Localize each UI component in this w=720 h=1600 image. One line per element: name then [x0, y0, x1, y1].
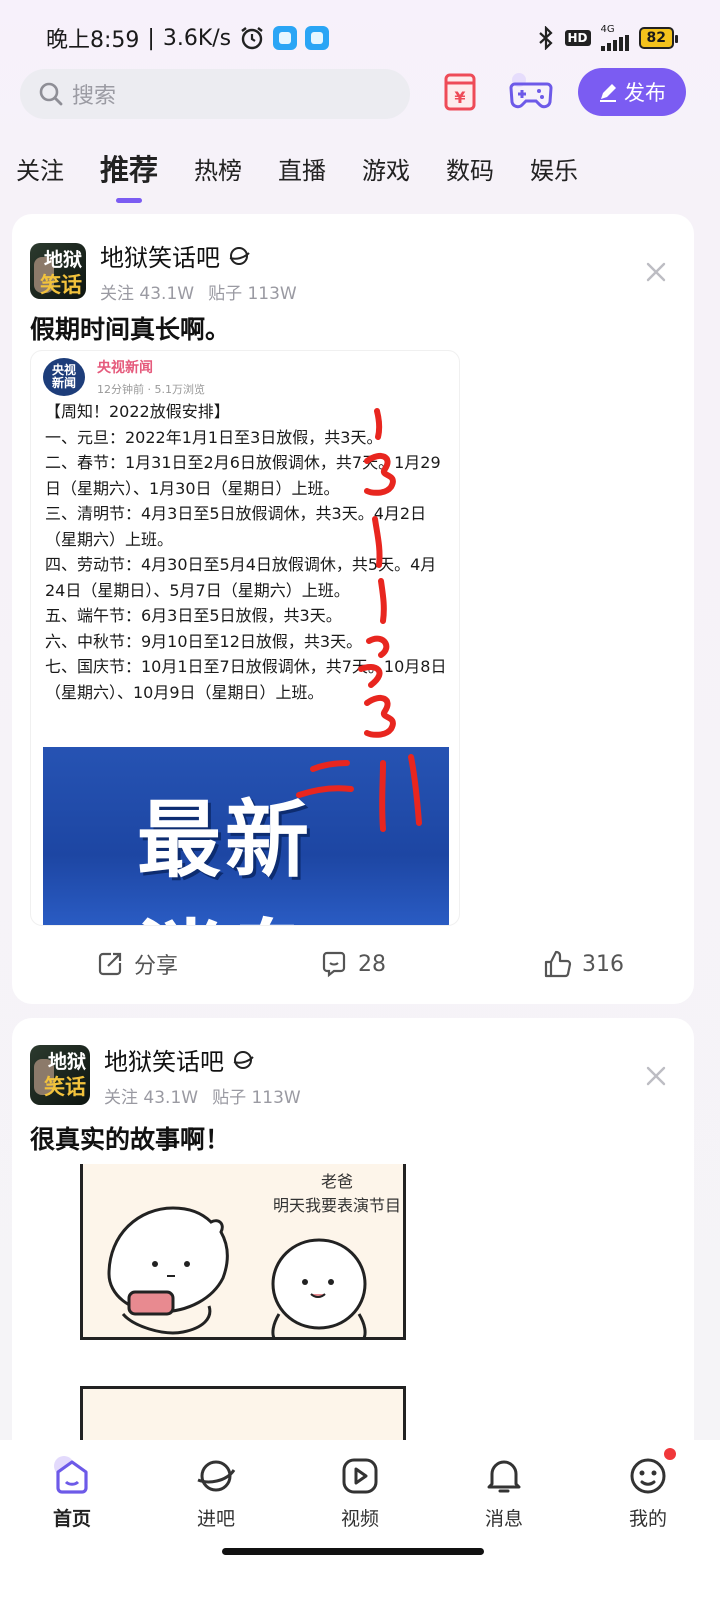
post-image[interactable]: 老爸 明天我要表演节目: [30, 1164, 460, 1468]
active-tab-indicator: [116, 198, 142, 203]
tab-entertainment[interactable]: 娱乐: [530, 151, 578, 186]
close-icon[interactable]: [642, 1062, 670, 1090]
status-time: 晚上8:59: [46, 28, 140, 53]
post-card[interactable]: 地狱 笑话 地狱笑话吧 关注 43.1W 贴子 113W 很真实的故事啊！ 老爸…: [12, 1018, 694, 1468]
gamepad-icon: [509, 73, 553, 109]
home-icon: [54, 1456, 88, 1494]
tab-hot[interactable]: 热榜: [194, 151, 242, 186]
thumbs-up-icon: [544, 950, 572, 978]
like-button[interactable]: 316: [542, 949, 624, 979]
comment-icon: [322, 951, 346, 978]
app-notification-icon: [305, 26, 330, 50]
comic-panel: 老爸 明天我要表演节目: [80, 1164, 406, 1340]
smiley-icon: [630, 1458, 666, 1494]
planet-icon: [233, 1050, 254, 1069]
bluetooth-icon: [538, 26, 553, 50]
forum-name: 地狱笑话吧: [104, 1048, 224, 1076]
forum-avatar[interactable]: 地狱 笑话: [30, 243, 86, 299]
nav-home[interactable]: 首页: [22, 1454, 122, 1600]
tab-recommend[interactable]: 推荐: [100, 147, 158, 203]
forum-avatar[interactable]: 地狱 笑话: [30, 1045, 90, 1105]
forum-post-count: 贴子 113W: [212, 1088, 301, 1108]
handwritten-annotation: [296, 408, 422, 832]
home-indicator[interactable]: [222, 1548, 484, 1555]
post-card[interactable]: 地狱 笑话 地狱笑话吧 关注 43.1W 贴子 113W 假期时间真长啊。 央视…: [12, 214, 694, 1004]
app-notification-icon: [273, 26, 298, 50]
forum-followers: 关注 43.1W: [104, 1088, 199, 1108]
planet-icon: [197, 1460, 236, 1492]
close-icon[interactable]: [642, 258, 670, 286]
svg-text:¥: ¥: [454, 88, 465, 107]
search-placeholder: 搜索: [72, 84, 117, 109]
red-packet-icon: ¥: [444, 73, 476, 111]
header: 搜索 ¥ 发布: [20, 68, 700, 120]
tab-live[interactable]: 直播: [278, 151, 326, 186]
battery-indicator: 82: [638, 27, 679, 49]
forum-header[interactable]: 地狱 笑话 地狱笑话吧 关注 43.1W 贴子 113W: [30, 1042, 301, 1108]
red-packet-button[interactable]: ¥: [440, 72, 480, 112]
nav-messages[interactable]: 消息: [454, 1454, 554, 1600]
nav-profile[interactable]: 我的: [598, 1448, 698, 1600]
comment-count: 28: [358, 951, 386, 977]
nav-forums[interactable]: 进吧: [166, 1454, 266, 1600]
bottom-nav: 首页 进吧 视频 消息 我的: [0, 1440, 720, 1600]
tab-games[interactable]: 游戏: [362, 151, 410, 186]
bell-icon: [487, 1460, 521, 1493]
nav-video[interactable]: 视频: [310, 1454, 410, 1600]
game-center-button[interactable]: [508, 72, 554, 112]
search-icon: [39, 82, 63, 106]
category-tabs: 关注 推荐 热榜 直播 游戏 数码 娱乐: [0, 140, 720, 203]
signal-icon: [600, 35, 629, 51]
network-type: 4G: [600, 24, 615, 35]
forum-name: 地狱笑话吧: [100, 244, 220, 272]
pencil-icon: [600, 84, 616, 102]
post-title[interactable]: 假期时间真长啊。: [30, 310, 230, 346]
publish-button[interactable]: 发布: [578, 68, 686, 116]
notification-badge: [664, 1448, 676, 1460]
video-icon: [342, 1458, 378, 1494]
share-button[interactable]: 分享: [96, 948, 178, 980]
comic-characters: [107, 1206, 367, 1340]
status-speed: 3.6K/s: [162, 25, 232, 51]
planet-icon: [229, 246, 250, 265]
comment-button[interactable]: 28: [320, 950, 386, 978]
tab-follow[interactable]: 关注: [16, 151, 64, 186]
forum-followers: 关注 43.1W: [100, 284, 195, 304]
forum-post-count: 贴子 113W: [208, 284, 297, 304]
alarm-icon: [241, 27, 263, 50]
post-actions: 分享 28 316: [12, 944, 694, 984]
post-title[interactable]: 很真实的故事啊！: [30, 1120, 230, 1156]
search-input[interactable]: 搜索: [20, 69, 410, 119]
status-bar: 晚上8:59 | 3.6K/s HD 4G 82: [0, 0, 720, 76]
tab-digital[interactable]: 数码: [446, 151, 494, 186]
hd-badge: HD: [564, 30, 591, 46]
post-image[interactable]: 央视 新闻 央视新闻 12分钟前 · 5.1万浏览 【周知！2022放假安排】 …: [30, 350, 460, 926]
publish-label: 发布: [624, 81, 666, 105]
like-count: 316: [582, 951, 624, 977]
forum-header[interactable]: 地狱 笑话 地狱笑话吧 关注 43.1W 贴子 113W: [30, 238, 297, 304]
share-icon: [98, 952, 122, 976]
